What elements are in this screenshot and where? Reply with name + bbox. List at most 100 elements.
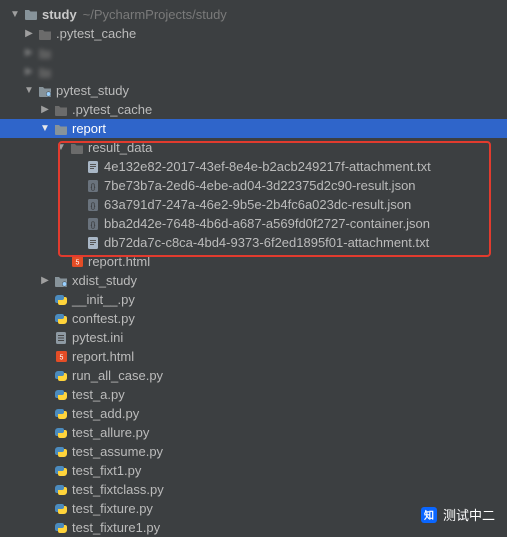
py-icon: [52, 483, 70, 497]
tree-item-label: conftest.py: [70, 311, 135, 326]
json-icon: {}: [84, 198, 102, 212]
pkg-icon: [36, 85, 54, 97]
expand-arrow-icon: ▼: [8, 9, 22, 20]
tree-item-label: .pytest_cache: [70, 102, 152, 117]
tree-item-label: 63a791d7-247a-46e2-9b5e-2b4fc6a023dc-res…: [102, 197, 411, 212]
collapse-arrow-icon: ▶: [22, 47, 36, 58]
project-tree[interactable]: ▼ study~/PycharmProjects/study ▶ .pytest_ca…: [0, 0, 507, 537]
zhihu-icon: 知: [421, 507, 437, 523]
tree-item-label: result_data: [86, 140, 152, 155]
tree-row[interactable]: test_fixtclass.py: [0, 480, 507, 499]
tree-item-label: report.html: [70, 349, 134, 364]
tree-item-label: pytest_study: [54, 83, 129, 98]
tree-row[interactable]: ▼ study~/PycharmProjects/study: [0, 4, 507, 24]
svg-text:{}: {}: [91, 203, 96, 210]
txt-icon: [84, 236, 102, 250]
collapse-arrow-icon: ▶: [22, 66, 36, 77]
tree-item-label: run_all_case.py: [70, 368, 163, 383]
tree-item-label: report: [70, 121, 106, 136]
html-icon: 5: [52, 350, 70, 363]
tree-row[interactable]: test_assume.py: [0, 442, 507, 461]
tree-item-label: test_a.py: [70, 387, 125, 402]
svg-text:5: 5: [75, 260, 79, 267]
tree-row[interactable]: 4e132e82-2017-43ef-8e4e-b2acb249217f-att…: [0, 157, 507, 176]
json-icon: {}: [84, 179, 102, 193]
tree-row[interactable]: ▶ xdist_study: [0, 271, 507, 290]
tree-row[interactable]: ▼ pytest_study: [0, 81, 507, 100]
expand-arrow-icon: ▼: [54, 142, 68, 153]
collapse-arrow-icon: ▶: [22, 28, 36, 39]
tree-row[interactable]: ▶: [0, 43, 507, 62]
tree-row[interactable]: test_add.py: [0, 404, 507, 423]
zhihu-watermark: 知 测试中二: [421, 505, 495, 524]
tree-row[interactable]: ▶: [0, 62, 507, 81]
tree-row[interactable]: conftest.py: [0, 309, 507, 328]
tree-row[interactable]: db72da7c-c8ca-4bd4-9373-6f2ed1895f01-att…: [0, 233, 507, 252]
tree-item-label: test_allure.py: [70, 425, 149, 440]
tree-row[interactable]: 5 report.html: [0, 252, 507, 271]
py-icon: [52, 407, 70, 421]
collapse-arrow-icon: ▶: [38, 104, 52, 115]
tree-row[interactable]: ▼ report: [0, 119, 507, 138]
folder-icon: [52, 123, 70, 135]
svg-text:5: 5: [59, 355, 63, 362]
folder-dim-icon: [36, 47, 54, 59]
ini-icon: [52, 331, 70, 345]
html-icon: 5: [68, 255, 86, 268]
tree-item-label: 7be73b7a-2ed6-4ebe-ad04-3d22375d2c90-res…: [102, 178, 416, 193]
tree-item-label: xdist_study: [70, 273, 137, 288]
tree-item-label: test_fixtclass.py: [70, 482, 164, 497]
watermark-text: 测试中二: [443, 505, 495, 524]
py-icon: [52, 388, 70, 402]
tree-item-label: bba2d42e-7648-4b6d-a687-a569fd0f2727-con…: [102, 216, 430, 231]
folder-dim-icon: [36, 66, 54, 78]
tree-row[interactable]: {} 63a791d7-247a-46e2-9b5e-2b4fc6a023dc-r…: [0, 195, 507, 214]
expand-arrow-icon: ▼: [38, 123, 52, 134]
tree-item-label: .pytest_cache: [54, 26, 136, 41]
tree-item-label: test_fixt1.py: [70, 463, 141, 478]
svg-text:{}: {}: [91, 222, 96, 229]
tree-item-label: pytest.ini: [70, 330, 123, 345]
tree-row[interactable]: {} 7be73b7a-2ed6-4ebe-ad04-3d22375d2c90-r…: [0, 176, 507, 195]
tree-row[interactable]: test_a.py: [0, 385, 507, 404]
py-icon: [52, 426, 70, 440]
tree-item-label: study: [40, 7, 77, 22]
tree-row[interactable]: {} bba2d42e-7648-4b6d-a687-a569fd0f2727-c…: [0, 214, 507, 233]
py-icon: [52, 502, 70, 516]
tree-row[interactable]: __init__.py: [0, 290, 507, 309]
svg-text:知: 知: [423, 509, 434, 522]
project-root-icon: [22, 8, 40, 20]
folder-dim-icon: [68, 142, 86, 154]
tree-row[interactable]: ▼ result_data: [0, 138, 507, 157]
py-icon: [52, 312, 70, 326]
tree-row[interactable]: ▶ .pytest_cache: [0, 100, 507, 119]
folder-dim-icon: [36, 28, 54, 40]
tree-item-label: db72da7c-c8ca-4bd4-9373-6f2ed1895f01-att…: [102, 235, 429, 250]
svg-text:{}: {}: [91, 184, 96, 191]
tree-item-label: 4e132e82-2017-43ef-8e4e-b2acb249217f-att…: [102, 159, 431, 174]
txt-icon: [84, 160, 102, 174]
py-icon: [52, 293, 70, 307]
tree-row[interactable]: ▶ .pytest_cache: [0, 24, 507, 43]
tree-row[interactable]: test_allure.py: [0, 423, 507, 442]
tree-item-label: test_add.py: [70, 406, 139, 421]
tree-row[interactable]: test_fixt1.py: [0, 461, 507, 480]
tree-item-label: __init__.py: [70, 292, 135, 307]
tree-item-label: report.html: [86, 254, 150, 269]
pkg-icon: [52, 275, 70, 287]
tree-row[interactable]: pytest.ini: [0, 328, 507, 347]
tree-item-label: test_fixture1.py: [70, 520, 160, 535]
tree-item-label: test_assume.py: [70, 444, 163, 459]
project-path: ~/PycharmProjects/study: [77, 7, 227, 22]
py-icon: [52, 521, 70, 535]
json-icon: {}: [84, 217, 102, 231]
tree-row[interactable]: run_all_case.py: [0, 366, 507, 385]
collapse-arrow-icon: ▶: [38, 275, 52, 286]
tree-item-label: test_fixture.py: [70, 501, 153, 516]
py-icon: [52, 445, 70, 459]
expand-arrow-icon: ▼: [22, 85, 36, 96]
tree-row[interactable]: 5 report.html: [0, 347, 507, 366]
py-icon: [52, 464, 70, 478]
folder-dim-icon: [52, 104, 70, 116]
py-icon: [52, 369, 70, 383]
